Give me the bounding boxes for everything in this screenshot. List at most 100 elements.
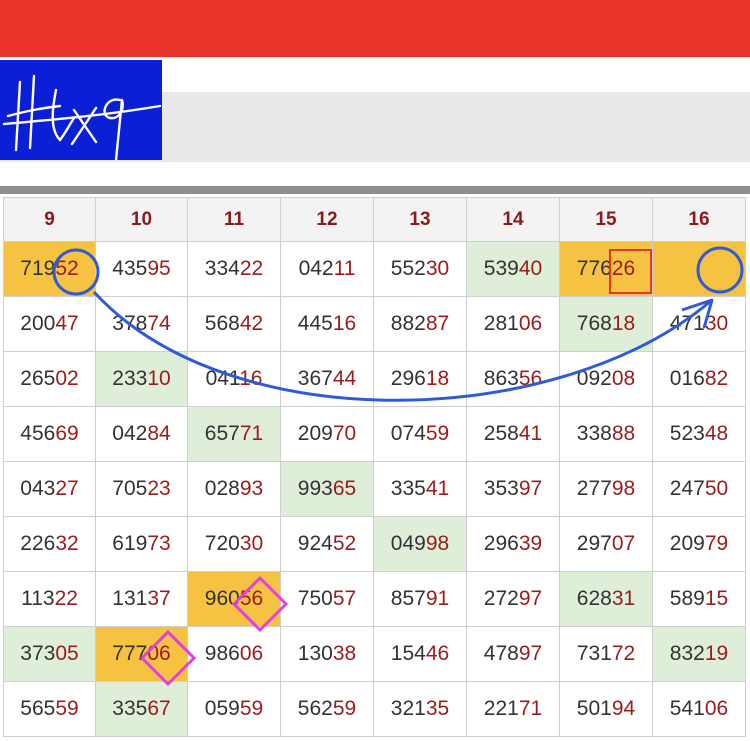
grid-cell: 25841	[466, 406, 560, 462]
number-prefix: 541	[669, 697, 705, 720]
number-last-two-digits: 87	[425, 312, 450, 335]
number-last-two-digits: 74	[147, 312, 171, 335]
grid-cell: 72030	[187, 516, 281, 572]
number-prefix: 221	[483, 697, 519, 720]
number-prefix: 924	[297, 532, 333, 555]
number-prefix: 628	[576, 587, 612, 610]
number-last-two-digits: 30	[704, 312, 729, 335]
number-prefix: 478	[483, 642, 519, 665]
number-last-two-digits: 31	[611, 587, 636, 610]
grid-cell: 88287	[373, 296, 467, 352]
number-prefix: 768	[576, 312, 612, 335]
grid-cell: 09208	[559, 351, 653, 407]
grid-cell: 56559	[3, 681, 96, 737]
number-last-two-digits: 41	[518, 422, 543, 445]
grid-cell: 04327	[3, 461, 96, 517]
number-prefix: 353	[483, 477, 519, 500]
number-prefix: 589	[669, 587, 705, 610]
number-last-two-digits: 97	[518, 587, 543, 610]
number-prefix: 258	[483, 422, 519, 445]
number-last-two-digits: 37	[147, 587, 171, 610]
number-last-two-digits: 06	[518, 312, 543, 335]
number-prefix: 373	[20, 642, 56, 665]
number-prefix: 619	[112, 532, 148, 555]
number-last-two-digits: 35	[425, 697, 450, 720]
number-last-two-digits: 02	[55, 367, 79, 390]
grid-cell: 85791	[373, 571, 467, 627]
number-prefix: 719	[20, 257, 56, 280]
table-row: 11322 13137 96056 75057 85791 27297 62831 58915	[3, 571, 746, 627]
number-last-two-digits: 06	[239, 642, 264, 665]
number-last-two-digits: 11	[333, 257, 356, 280]
column-header: 12	[280, 197, 374, 242]
number-last-two-digits: 98	[425, 532, 450, 555]
number-last-two-digits: 42	[239, 312, 264, 335]
number-last-two-digits: 30	[425, 257, 450, 280]
number-prefix: 059	[204, 697, 240, 720]
column-header: 11	[187, 197, 281, 242]
number-last-two-digits: 07	[611, 532, 636, 555]
grid-cell: 54106	[652, 681, 746, 737]
number-last-two-digits: 41	[425, 477, 450, 500]
number-prefix: 321	[390, 697, 426, 720]
number-last-two-digits: 79	[704, 532, 729, 555]
grid-cell: 37874	[95, 296, 188, 352]
grid-cell: 13038	[280, 626, 374, 682]
number-prefix: 523	[669, 422, 705, 445]
grid-cell: 44516	[280, 296, 374, 352]
number-prefix: 028	[204, 477, 240, 500]
number-prefix: 131	[112, 587, 148, 610]
grid-cell: 43595	[95, 241, 188, 297]
number-last-two-digits: 65	[332, 477, 357, 500]
number-last-two-digits: 95	[147, 257, 171, 280]
number-prefix: 539	[483, 257, 519, 280]
grid-cell: 53940	[466, 241, 560, 297]
number-prefix: 435	[112, 257, 148, 280]
grid-cell: 76818	[559, 296, 653, 352]
grid-cell: 33567	[95, 681, 188, 737]
number-prefix: 657	[204, 422, 240, 445]
column-header: 13	[373, 197, 467, 242]
number-last-two-digits: 82	[704, 367, 729, 390]
number-last-two-digits: 40	[518, 257, 543, 280]
number-last-two-digits: 59	[332, 697, 357, 720]
number-prefix: 277	[576, 477, 612, 500]
grid-cell: 15446	[373, 626, 467, 682]
grid-cell: 35397	[466, 461, 560, 517]
number-last-two-digits: 38	[332, 642, 357, 665]
grid-cell: 37305	[3, 626, 96, 682]
grid-cell: 29707	[559, 516, 653, 572]
number-last-two-digits: 59	[239, 697, 264, 720]
grid-cell: 92452	[280, 516, 374, 572]
number-prefix: 445	[297, 312, 333, 335]
grid-cell: 22171	[466, 681, 560, 737]
grid-cell: 71952	[3, 241, 96, 297]
number-last-two-digits: 26	[611, 257, 636, 280]
grid-cell: 36744	[280, 351, 374, 407]
number-last-two-digits: 18	[425, 367, 450, 390]
column-header: 16	[652, 197, 746, 242]
number-last-two-digits: 46	[425, 642, 450, 665]
number-prefix: 297	[576, 532, 612, 555]
grid-cell: 73172	[559, 626, 653, 682]
number-prefix: 296	[390, 367, 426, 390]
number-prefix: 200	[20, 312, 56, 335]
number-prefix: 993	[297, 477, 333, 500]
grid-cell: 86356	[466, 351, 560, 407]
grid-cell: 56259	[280, 681, 374, 737]
number-prefix: 986	[204, 642, 240, 665]
grid-cell: 27798	[559, 461, 653, 517]
table-row: 45669 04284 65771 20970 07459 25841 33888 52348	[3, 406, 746, 462]
grid-cell: 61973	[95, 516, 188, 572]
grid-cell: 07459	[373, 406, 467, 462]
column-header: 15	[559, 197, 653, 242]
number-prefix: 501	[576, 697, 612, 720]
grid-cell: 04998	[373, 516, 467, 572]
grid-cell: 28106	[466, 296, 560, 352]
number-last-two-digits: 30	[239, 532, 264, 555]
number-prefix: 552	[390, 257, 426, 280]
number-last-two-digits: 71	[239, 422, 264, 445]
table-row: 20047 37874 56842 44516 88287 28106 76818 47130	[3, 296, 746, 352]
grid-cell: 77626	[559, 241, 653, 297]
number-prefix: 130	[297, 642, 333, 665]
